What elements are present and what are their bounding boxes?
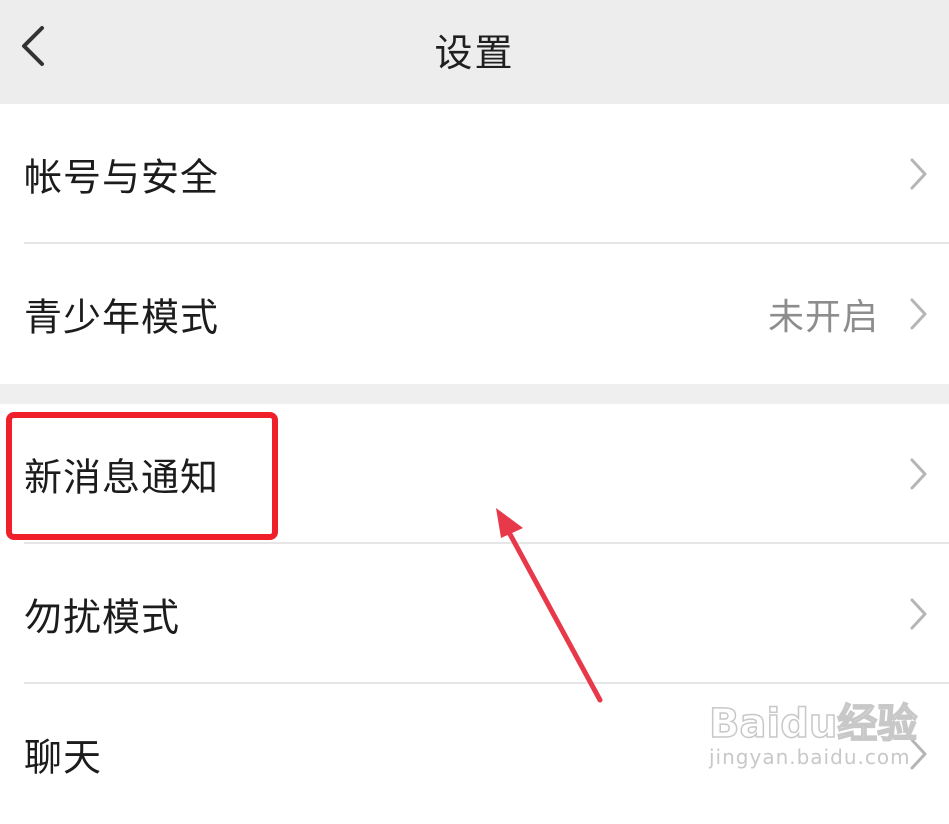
watermark-site: jingyan.baidu.com [709,745,911,769]
settings-item-do-not-disturb[interactable]: 勿扰模式 [0,544,949,684]
page-title: 设置 [434,31,515,75]
chevron-right-icon [910,298,927,330]
top-bar: 设置 [0,0,949,104]
chevron-right-icon [910,458,927,490]
watermark-brand: Baidu经验 [708,700,918,748]
settings-item-account-security[interactable]: 帐号与安全 [0,104,949,244]
settings-item-label: 勿扰模式 [24,595,181,640]
youth-mode-status: 未开启 [767,297,879,338]
settings-item-label: 聊天 [24,735,103,780]
settings-item-youth-mode[interactable]: 青少年模式 未开启 [0,244,949,384]
settings-item-label: 帐号与安全 [24,155,220,200]
chevron-right-icon [910,598,927,630]
chevron-right-icon [910,158,927,190]
settings-item-label: 青少年模式 [24,295,220,340]
settings-group-account: 帐号与安全 青少年模式 未开启 [0,104,949,384]
watermark: Baidu经验 jingyan.baidu.com [708,691,939,781]
highlight-box [6,412,278,540]
